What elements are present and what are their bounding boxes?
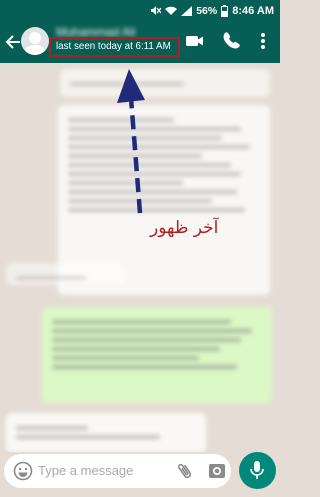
arrow-left-icon[interactable] — [4, 31, 22, 53]
signal-icon — [181, 5, 193, 16]
message-bubble — [6, 263, 126, 285]
annotation-arrow — [117, 69, 145, 214]
message-input[interactable]: Type a message — [4, 454, 231, 488]
message-bubble — [6, 413, 206, 452]
mute-icon — [151, 6, 162, 15]
wifi-icon — [165, 6, 178, 15]
avatar[interactable] — [21, 27, 49, 55]
phone-icon[interactable] — [222, 31, 240, 51]
input-bar: Type a message — [0, 452, 280, 497]
mic-icon — [250, 461, 264, 479]
more-vert-icon[interactable] — [258, 31, 268, 51]
last-seen-highlight — [49, 37, 180, 57]
camera-icon[interactable] — [208, 462, 226, 480]
status-icons: 56% 8:46 AM — [150, 0, 274, 21]
annotation-label: آخر ظهور — [150, 218, 219, 238]
battery-icon — [221, 4, 229, 17]
status-bar: 56% 8:46 AM — [0, 0, 280, 21]
emoji-icon[interactable] — [13, 461, 33, 481]
video-call-icon[interactable] — [185, 31, 205, 51]
battery-percent: 56% — [196, 4, 218, 17]
mic-button[interactable] — [239, 452, 276, 489]
paperclip-icon[interactable] — [177, 461, 193, 481]
status-time: 8:46 AM — [232, 4, 274, 17]
message-bubble — [42, 307, 272, 403]
message-placeholder: Type a message — [38, 463, 134, 478]
